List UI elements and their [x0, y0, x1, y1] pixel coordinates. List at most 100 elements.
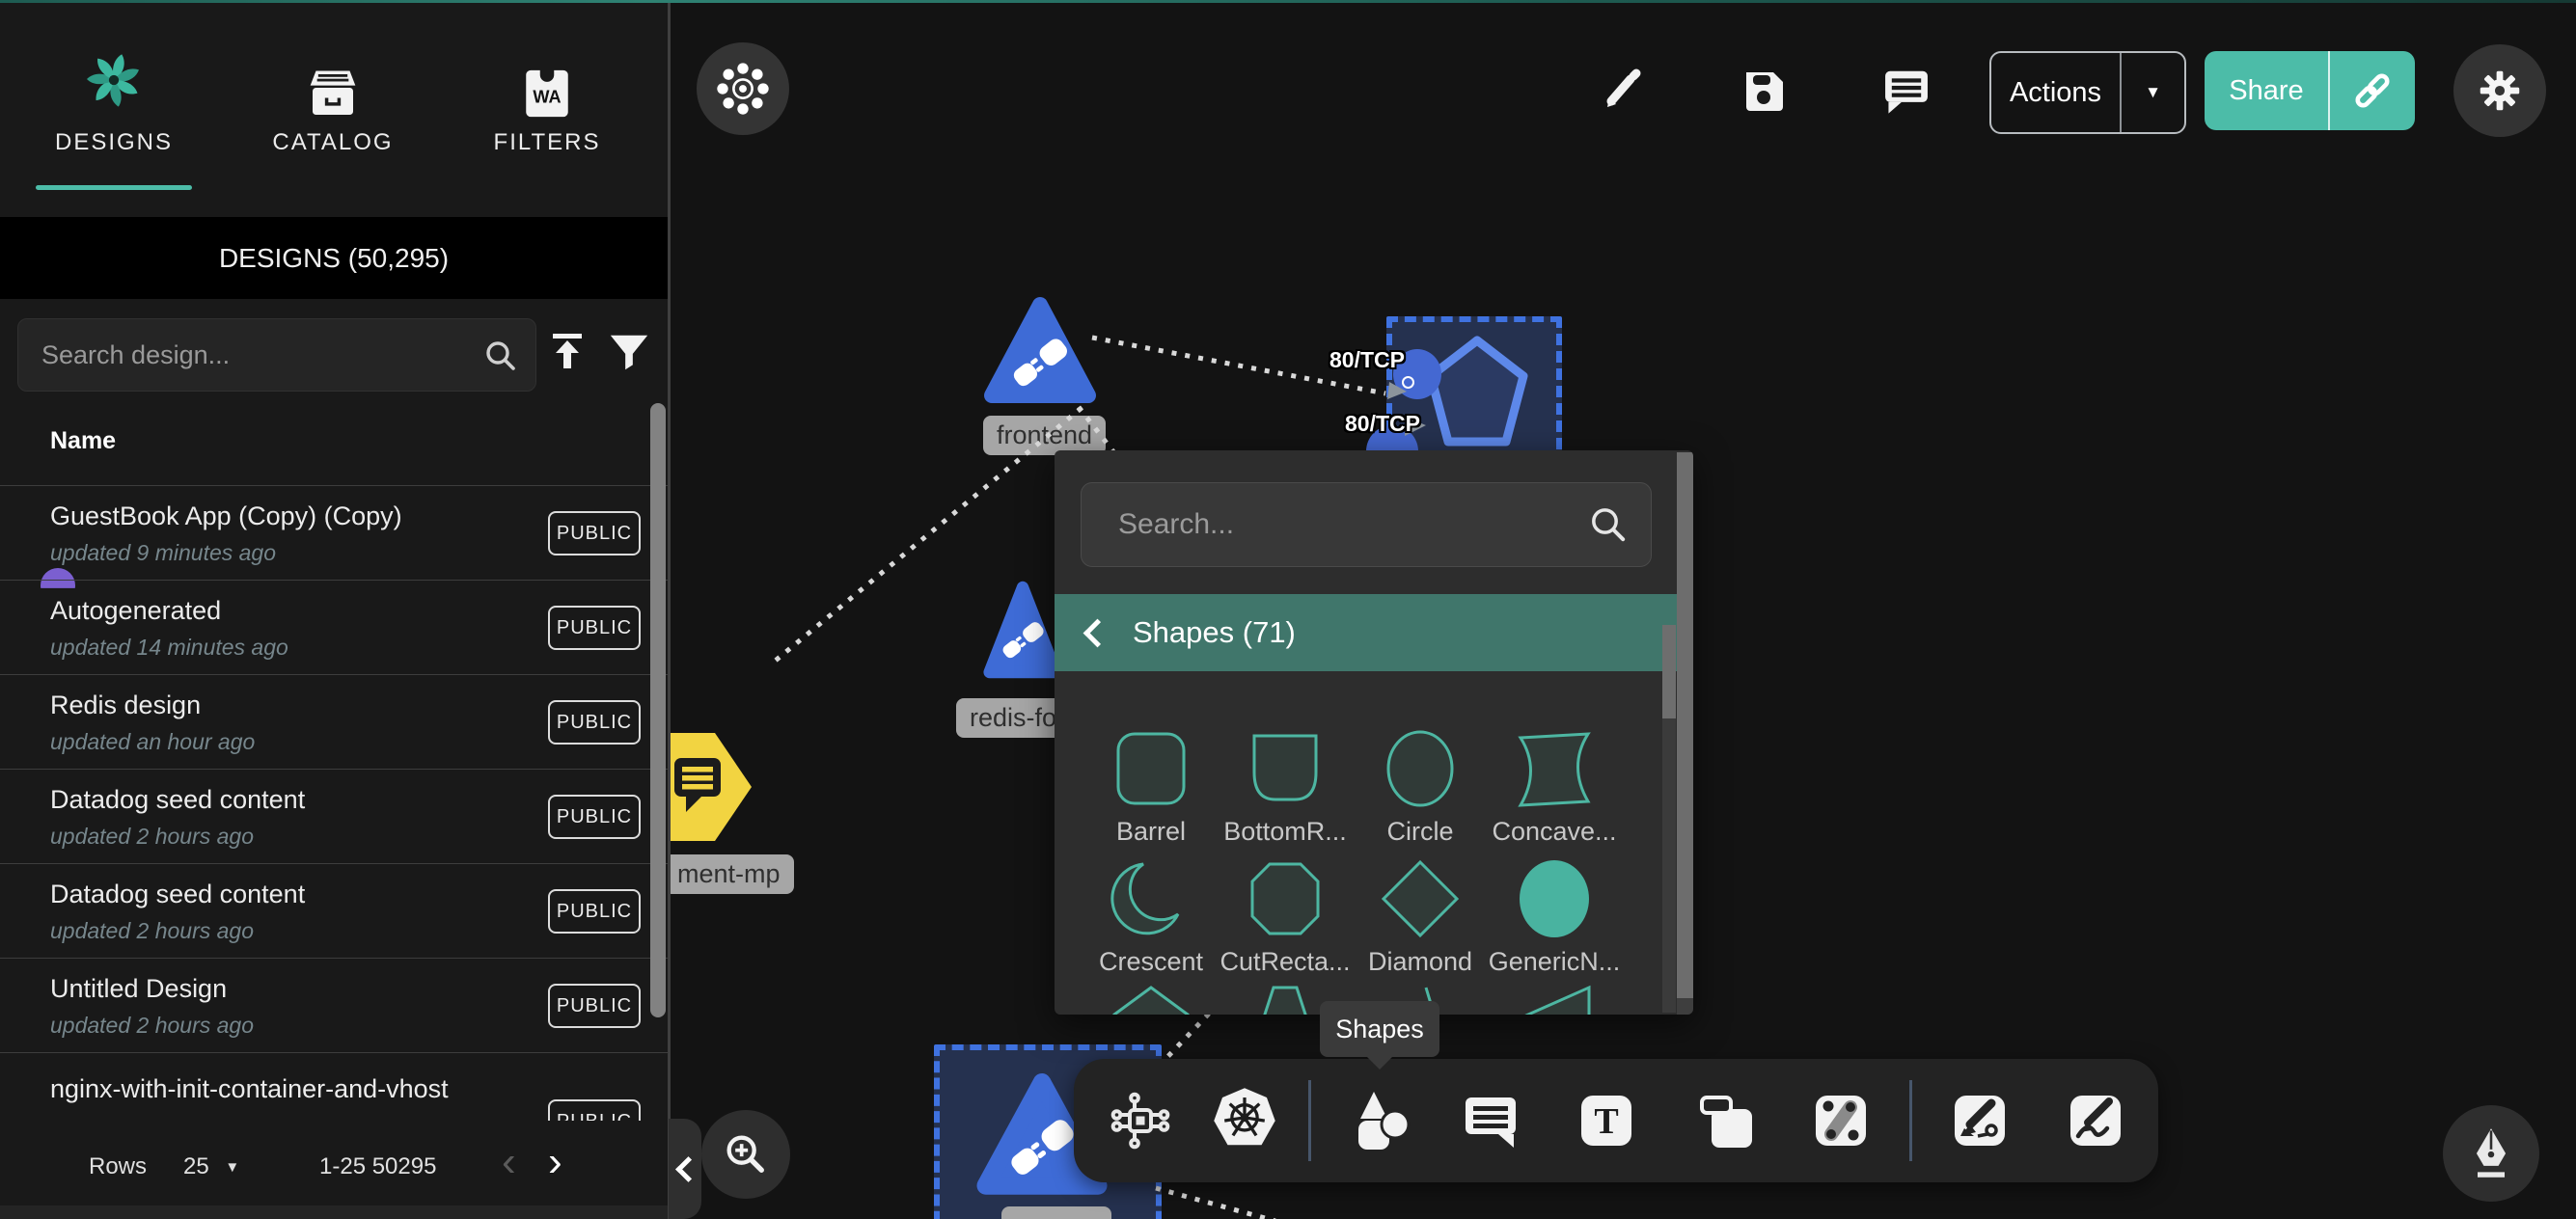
- node-comment[interactable]: [667, 731, 754, 848]
- rows-per-page-select[interactable]: 25 ▼: [183, 1153, 239, 1180]
- tab-catalog[interactable]: CATALOG: [241, 0, 425, 217]
- design-updated: updated 2 hours ago: [50, 918, 254, 944]
- tab-filters[interactable]: WA FILTERS: [455, 0, 639, 217]
- shape-item-diamond[interactable]: Diamond: [1354, 858, 1487, 977]
- shape-item-partial[interactable]: [1084, 984, 1218, 1015]
- caret-down-icon: ▼: [225, 1159, 239, 1176]
- node-label-frontend: frontend: [983, 416, 1106, 455]
- shape-item-cutrectangle[interactable]: CutRecta...: [1219, 858, 1352, 977]
- shape-item-partial[interactable]: [1488, 984, 1621, 1015]
- shapes-list-scroll-thumb[interactable]: [1662, 625, 1676, 718]
- design-row[interactable]: Datadog seed content updated 2 hours ago…: [0, 863, 668, 959]
- sidebar-canvas-divider: [668, 0, 671, 1219]
- pen-nib-fab[interactable]: [2443, 1105, 2539, 1202]
- shape-item-concave[interactable]: Concave...: [1488, 728, 1621, 847]
- design-name: Untitled Design: [50, 974, 227, 1004]
- design-name: nginx-with-init-container-and-vhost: [50, 1074, 449, 1104]
- design-name: Redis design: [50, 691, 201, 720]
- design-updated: updated 2 hours ago: [50, 1013, 254, 1039]
- back-chevron-icon: [1083, 618, 1112, 647]
- import-design-button[interactable]: [544, 328, 590, 379]
- design-row[interactable]: Datadog seed content updated 2 hours ago…: [0, 769, 668, 864]
- actions-button[interactable]: Actions ▼: [1989, 51, 2186, 134]
- shapes-tool-icon[interactable]: [1349, 1090, 1411, 1151]
- shape-item-barrel[interactable]: Barrel: [1084, 728, 1218, 847]
- shapes-panel: Shapes (71) Barrel BottomR... Circle Con…: [1055, 450, 1693, 1015]
- tab-designs-label: DESIGNS: [22, 129, 206, 156]
- sidebar-collapse-handle[interactable]: [669, 1119, 701, 1219]
- freehand-tool-icon[interactable]: [2065, 1090, 2126, 1151]
- copy-link-icon[interactable]: [2330, 51, 2415, 130]
- pagination-range: 1-25 50295: [319, 1153, 436, 1180]
- shape-cutrectangle-icon: [1245, 858, 1326, 939]
- note-tool-icon[interactable]: [1696, 1090, 1758, 1151]
- shape-item-circle[interactable]: Circle: [1354, 728, 1487, 847]
- canvas-toolbar: T: [1074, 1059, 2158, 1182]
- filters-wasm-icon: WA: [519, 66, 575, 126]
- text-tool-icon[interactable]: T: [1576, 1090, 1637, 1151]
- comment-tool-icon[interactable]: [1460, 1090, 1521, 1151]
- share-button-label: Share: [2205, 51, 2330, 130]
- cluster-wheel-button[interactable]: [697, 42, 789, 135]
- svg-text:WA: WA: [533, 88, 561, 107]
- svg-text:T: T: [1594, 1101, 1618, 1142]
- shape-item-crescent[interactable]: Crescent: [1084, 858, 1218, 977]
- node-pentagon-service[interactable]: [1426, 334, 1528, 453]
- shapes-search-input[interactable]: [1116, 483, 1574, 566]
- visibility-badge: PUBLIC: [548, 889, 641, 934]
- actions-caret-icon[interactable]: ▼: [2122, 53, 2184, 132]
- shapes-category-header[interactable]: Shapes (71): [1055, 594, 1677, 671]
- prev-page-button[interactable]: ‹: [502, 1138, 516, 1186]
- active-tab-underline: [36, 185, 192, 190]
- next-page-button[interactable]: ›: [548, 1138, 562, 1186]
- shape-item-bottomround[interactable]: BottomR...: [1219, 728, 1352, 847]
- pen-arrow-tool-icon[interactable]: [1949, 1090, 2011, 1151]
- shape-barrel-icon: [1110, 728, 1192, 809]
- cluster-dots-icon: [716, 62, 770, 116]
- link-tool-icon[interactable]: [1810, 1090, 1872, 1151]
- design-row[interactable]: GuestBook App (Copy) (Copy) updated 9 mi…: [0, 485, 668, 581]
- design-row[interactable]: Redis design updated an hour ago PUBLIC: [0, 674, 668, 770]
- shapes-tooltip-text: Shapes: [1335, 1015, 1424, 1044]
- node-frontend[interactable]: [978, 289, 1102, 418]
- catalog-archive-icon: [306, 68, 360, 126]
- node-label-bottom: [1001, 1206, 1111, 1219]
- panel-scrollbar-end: [1677, 998, 1693, 1015]
- toolbar-divider: [1308, 1080, 1311, 1161]
- design-row[interactable]: Autogenerated updated 14 minutes ago PUB…: [0, 580, 668, 675]
- kubernetes-icon[interactable]: [1211, 1086, 1273, 1148]
- zoom-in-button[interactable]: [701, 1110, 790, 1199]
- shape-circle-icon: [1380, 728, 1461, 809]
- actions-button-label: Actions: [1991, 53, 2122, 132]
- design-name: Autogenerated: [50, 596, 221, 626]
- shape-bottomround-icon: [1245, 728, 1326, 809]
- design-name: GuestBook App (Copy) (Copy): [50, 501, 402, 531]
- tab-filters-label: FILTERS: [455, 129, 639, 156]
- rows-per-page-label: Rows: [89, 1153, 147, 1180]
- edit-pencil-icon[interactable]: [1598, 65, 1648, 120]
- sidebar-bottom-strip: [0, 1205, 668, 1219]
- tab-designs[interactable]: DESIGNS: [22, 0, 206, 217]
- shapes-tooltip: Shapes: [1320, 1001, 1439, 1057]
- shapes-search-box: [1081, 482, 1652, 567]
- settings-button[interactable]: [2453, 44, 2546, 137]
- panel-scrollbar[interactable]: [1677, 452, 1693, 998]
- share-button[interactable]: Share: [2205, 51, 2415, 130]
- toolbar-divider: [1909, 1080, 1912, 1161]
- visibility-badge: PUBLIC: [548, 984, 641, 1028]
- node-redis[interactable]: [980, 571, 1065, 693]
- design-row[interactable]: Untitled Design updated 2 hours ago PUBL…: [0, 958, 668, 1053]
- sidebar-scrollbar[interactable]: [650, 403, 666, 1017]
- filter-designs-button[interactable]: [607, 330, 651, 379]
- visibility-badge: PUBLIC: [548, 795, 641, 839]
- save-icon[interactable]: [1739, 65, 1789, 120]
- comments-icon[interactable]: [1880, 65, 1932, 122]
- components-circuit-icon[interactable]: [1110, 1090, 1171, 1151]
- search-icon: [483, 339, 518, 378]
- shape-item-genericnode[interactable]: GenericN...: [1488, 858, 1621, 977]
- design-search-input[interactable]: [40, 319, 468, 391]
- visibility-badge: PUBLIC: [548, 700, 641, 745]
- tooltip-arrow: [1365, 1055, 1394, 1084]
- column-header-name: Name: [50, 427, 116, 455]
- port-dot: [1402, 376, 1414, 389]
